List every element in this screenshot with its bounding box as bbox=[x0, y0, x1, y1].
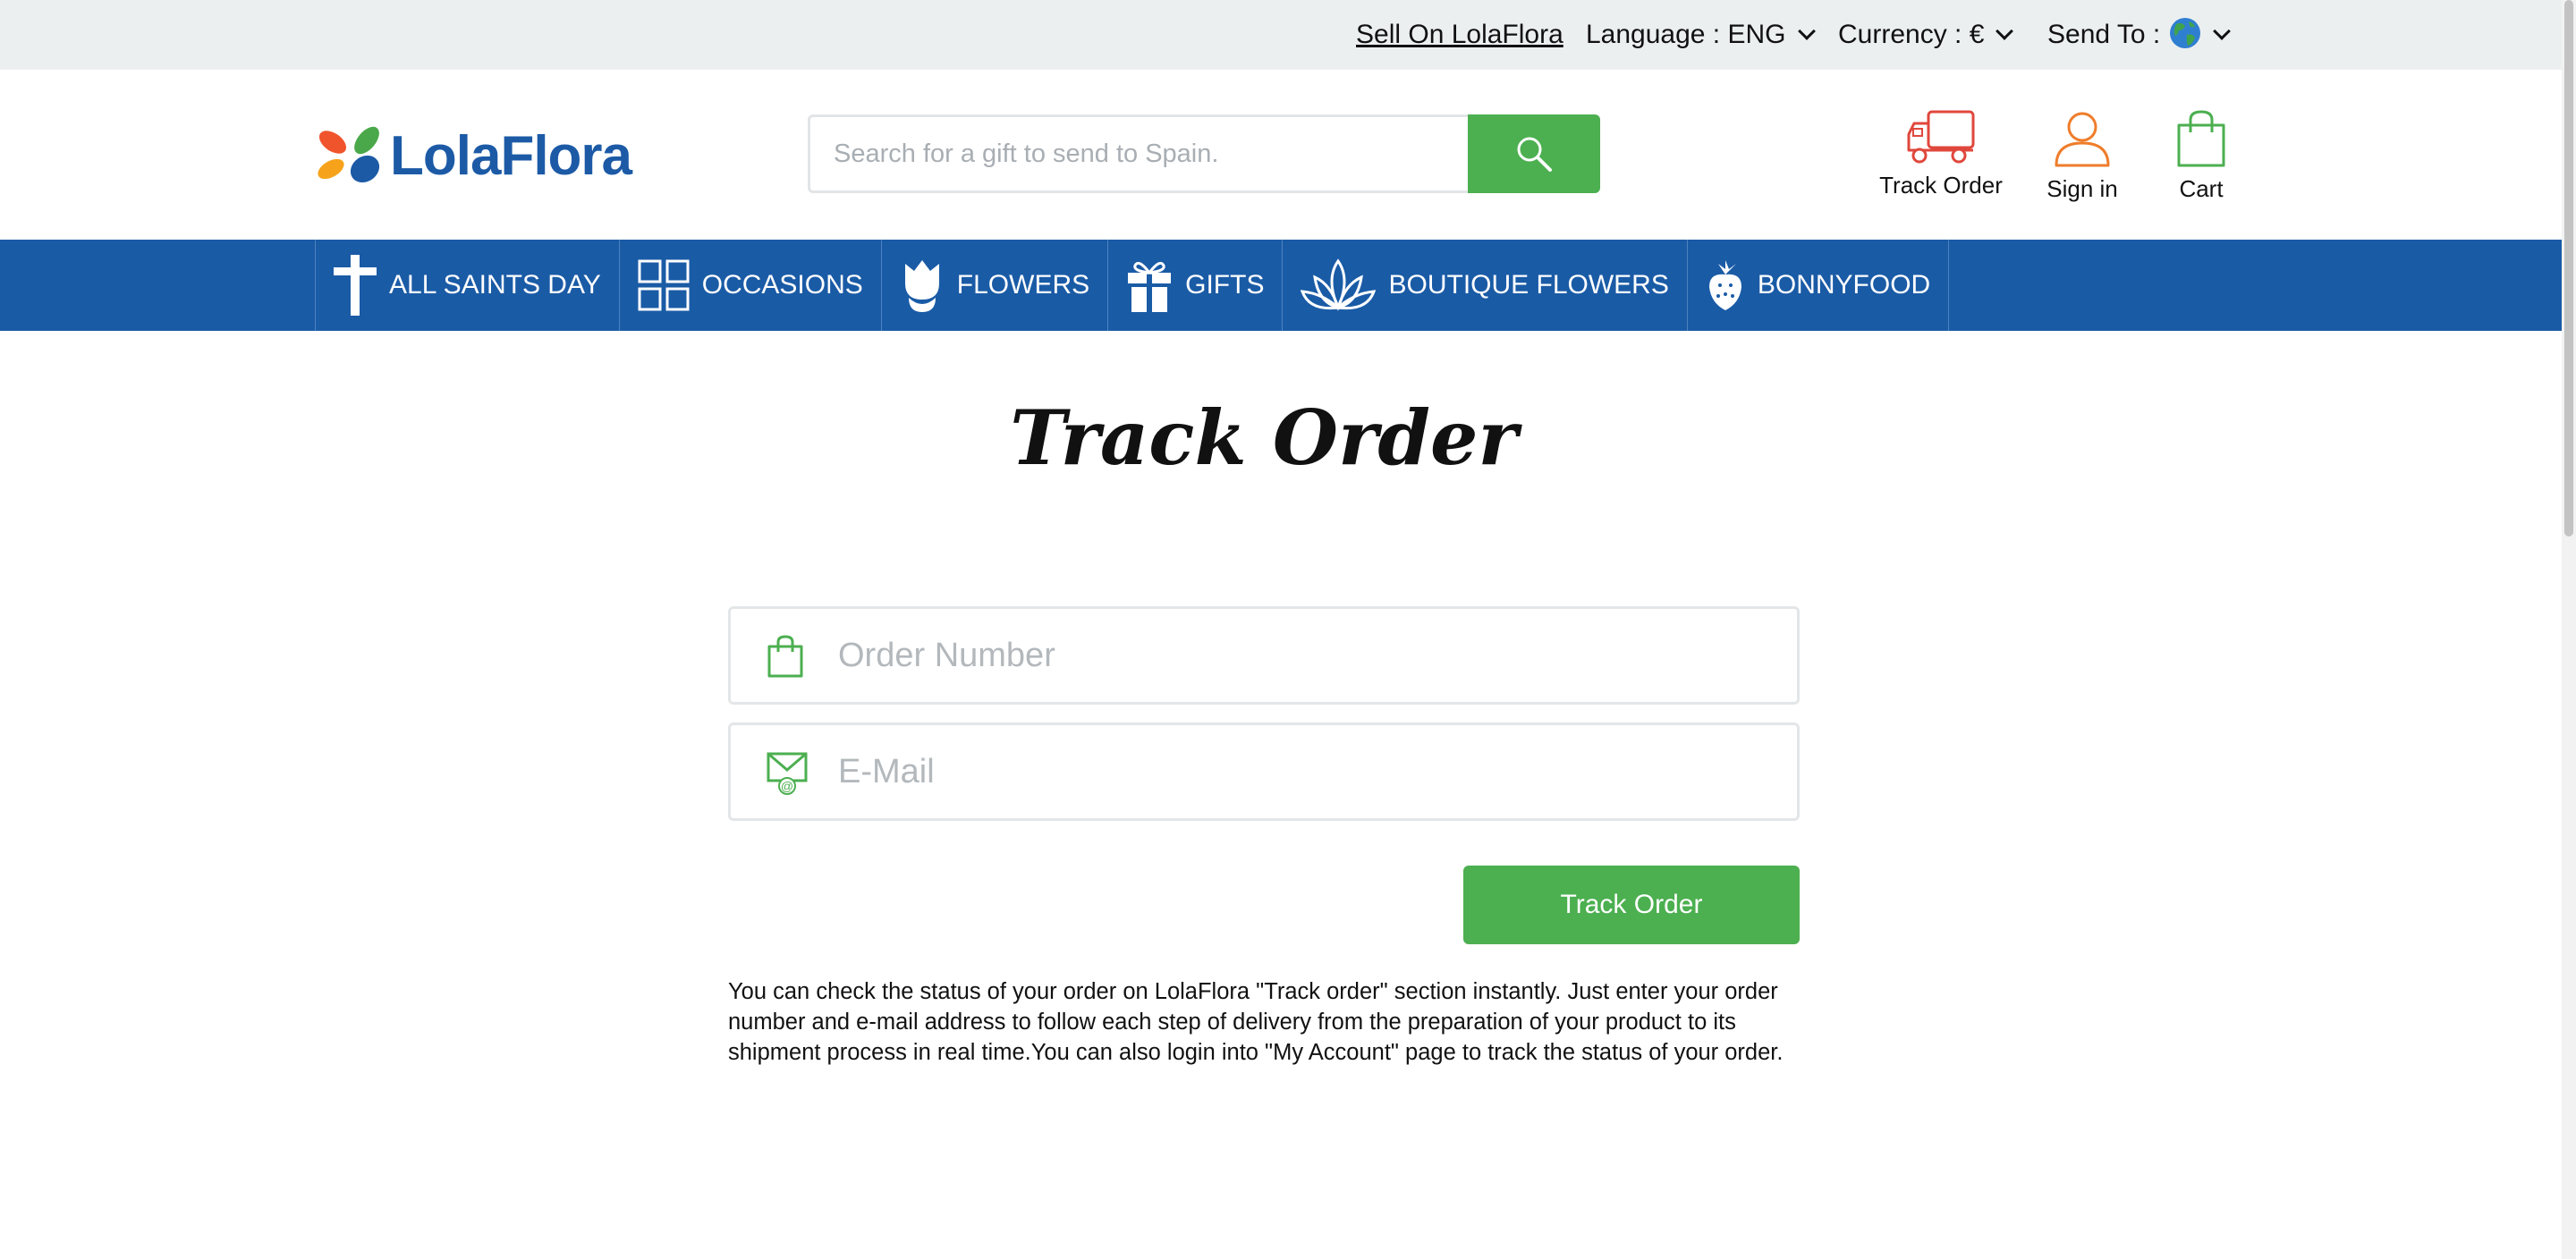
email-field: @ bbox=[728, 722, 1800, 821]
sign-in-label: Sign in bbox=[2046, 175, 2118, 202]
cross-icon bbox=[334, 255, 377, 316]
nav-label: FLOWERS bbox=[956, 270, 1090, 300]
nav-item-occasions[interactable]: OCCASIONS bbox=[620, 240, 882, 331]
strawberry-icon bbox=[1708, 260, 1741, 310]
language-label: Language : ENG bbox=[1586, 20, 1786, 49]
site-header: LolaFlora Track Order Sign in Cart bbox=[0, 70, 2562, 240]
tulip-icon bbox=[904, 260, 939, 312]
cart-label: Cart bbox=[2179, 175, 2224, 202]
user-icon bbox=[2055, 112, 2110, 167]
scrollbar-thumb[interactable] bbox=[2564, 0, 2573, 537]
nav-label: BOUTIQUE FLOWERS bbox=[1388, 270, 1669, 300]
gift-icon bbox=[1128, 261, 1172, 312]
category-nav: ALL SAINTS DAY OCCASIONS FLOWERS GIFTS B… bbox=[0, 240, 2562, 331]
email-input[interactable] bbox=[838, 725, 1786, 818]
lolaflora-logo[interactable]: LolaFlora bbox=[313, 120, 632, 191]
track-order-label: Track Order bbox=[1879, 172, 2003, 199]
grid-icon bbox=[638, 259, 690, 311]
nav-label: OCCASIONS bbox=[701, 270, 863, 300]
nav-label: BONNYFOOD bbox=[1757, 270, 1931, 300]
shopping-bag-icon bbox=[767, 635, 803, 678]
order-number-field bbox=[728, 606, 1800, 705]
nav-label: GIFTS bbox=[1185, 270, 1265, 300]
nav-item-boutique-flowers[interactable]: BOUTIQUE FLOWERS bbox=[1283, 240, 1688, 331]
chevron-down-icon bbox=[1996, 22, 2014, 40]
nav-item-flowers[interactable]: FLOWERS bbox=[882, 240, 1109, 331]
search-input[interactable] bbox=[810, 117, 1470, 190]
flower-logo-icon bbox=[318, 126, 380, 183]
nav-item-all-saints-day[interactable]: ALL SAINTS DAY bbox=[316, 240, 620, 331]
track-order-header-link[interactable]: Track Order bbox=[1877, 109, 2005, 199]
chevron-down-icon bbox=[1797, 22, 1816, 40]
order-number-input[interactable] bbox=[838, 609, 1786, 702]
cart-link[interactable]: Cart bbox=[2163, 109, 2240, 203]
lotus-icon bbox=[1301, 258, 1377, 311]
currency-selector[interactable]: Currency : € bbox=[1838, 0, 2014, 70]
search-icon bbox=[1517, 137, 1552, 172]
page-scrollbar[interactable] bbox=[2562, 0, 2576, 1259]
page-title: Track Order bbox=[1010, 393, 1518, 482]
currency-label: Currency : € bbox=[1838, 20, 1985, 49]
globe-icon bbox=[2170, 18, 2201, 49]
language-selector[interactable]: Language : ENG bbox=[1586, 0, 1816, 70]
track-order-button[interactable]: Track Order bbox=[1463, 866, 1800, 944]
delivery-truck-icon bbox=[1907, 110, 1975, 164]
track-order-description: You can check the status of your order o… bbox=[728, 979, 1784, 1065]
chevron-down-icon bbox=[2213, 22, 2232, 40]
nav-label: ALL SAINTS DAY bbox=[389, 270, 601, 300]
email-icon: @ bbox=[767, 752, 808, 795]
send-to-selector[interactable]: Send To : bbox=[2047, 0, 2232, 70]
send-to-label: Send To : bbox=[2047, 20, 2161, 49]
sign-in-link[interactable]: Sign in bbox=[2036, 109, 2129, 203]
search-bar bbox=[808, 114, 1600, 193]
nav-item-gifts[interactable]: GIFTS bbox=[1108, 240, 1284, 331]
nav-item-bonnyfood[interactable]: BONNYFOOD bbox=[1688, 240, 1950, 331]
shopping-bag-icon bbox=[2177, 110, 2225, 167]
top-utility-bar: Sell On LolaFlora Language : ENG Currenc… bbox=[0, 0, 2562, 70]
search-button[interactable] bbox=[1468, 114, 1600, 193]
sell-on-lolaflora-link[interactable]: Sell On LolaFlora bbox=[1356, 0, 1563, 70]
svg-text:@: @ bbox=[781, 779, 793, 793]
logo-wordmark: LolaFlora bbox=[390, 124, 632, 187]
